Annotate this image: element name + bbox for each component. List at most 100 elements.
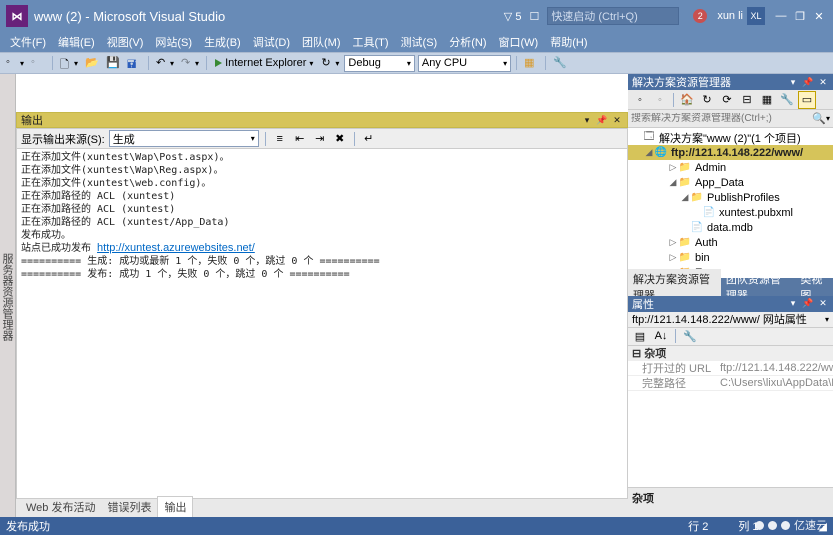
tree-node[interactable]: ▷📁Auth — [628, 235, 833, 250]
se-search-dd[interactable]: ▾ — [826, 114, 830, 123]
close-button[interactable]: ✕ — [811, 8, 827, 24]
se-properties-button[interactable]: 🔧 — [778, 91, 796, 109]
output-prev-button[interactable]: ⇤ — [292, 131, 308, 147]
menu-帮助(H)[interactable]: 帮助(H) — [544, 32, 593, 52]
output-tab-1[interactable]: 错误列表 — [101, 497, 157, 517]
props-grid[interactable]: ⊟ 杂项打开过的 URLftp://121.14.148.222/www/完整路… — [628, 346, 833, 488]
search-icon: 🔍 — [812, 112, 826, 125]
platform-select[interactable]: Any CPU▾ — [418, 55, 511, 72]
se-dropdown-button[interactable]: ▾ — [787, 76, 799, 88]
tree-node[interactable]: 📄data.mdb — [628, 220, 833, 235]
left-rail: 服务器资源管理器 工具箱 — [0, 74, 16, 517]
browser-refresh-button[interactable]: ↻▾ — [319, 55, 341, 71]
props-cat-button[interactable]: ▤ — [631, 327, 649, 345]
output-clear-button[interactable]: ✖ — [332, 131, 348, 147]
menu-编辑(E)[interactable]: 编辑(E) — [52, 32, 101, 52]
se-close-button[interactable]: ✕ — [817, 76, 829, 88]
menu-分析(N)[interactable]: 分析(N) — [443, 32, 492, 52]
find-button[interactable]: 🔧 — [551, 55, 569, 71]
tree-node[interactable]: ▷📁Admin — [628, 160, 833, 175]
save-all-button[interactable]: 🖬 — [125, 55, 143, 71]
solution-tree[interactable]: 🗔解决方案"www (2)"(1 个项目)◢🌐ftp://121.14.148.… — [628, 128, 833, 278]
restore-button[interactable]: ❐ — [792, 8, 808, 24]
tree-node[interactable]: ◢🌐ftp://121.14.148.222/www/ — [628, 145, 833, 160]
prop-row[interactable]: 打开过的 URLftp://121.14.148.222/www/ — [628, 361, 833, 376]
start-debug-button[interactable]: Internet Explorer ▾ — [212, 55, 316, 72]
menu-网站(S)[interactable]: 网站(S) — [149, 32, 198, 52]
config-select[interactable]: Debug▾ — [344, 55, 414, 72]
output-title: 输出 — [21, 112, 43, 128]
menu-测试(S)[interactable]: 测试(S) — [395, 32, 444, 52]
se-home-button[interactable]: 🏠 — [678, 91, 696, 109]
server-explorer-tab[interactable]: 服务器资源管理器 — [0, 250, 15, 344]
output-text[interactable]: 正在添加文件(xuntest\Wap\Post.aspx)。 正在添加文件(xu… — [16, 148, 628, 499]
se-collapse-button[interactable]: ⊟ — [738, 91, 756, 109]
tree-node[interactable]: ◢📁App_Data — [628, 175, 833, 190]
se-search[interactable]: 🔍 ▾ — [628, 110, 833, 128]
menu-团队(M)[interactable]: 团队(M) — [296, 32, 347, 52]
user-chip[interactable]: xun li XL — [717, 7, 765, 25]
props-pin-button[interactable]: 📌 — [802, 298, 814, 310]
menu-工具(T)[interactable]: 工具(T) — [347, 32, 395, 52]
output-tab-0[interactable]: Web 发布活动 — [20, 497, 101, 517]
se-refresh-button[interactable]: ⟳ — [718, 91, 736, 109]
tree-node[interactable]: 🗔解决方案"www (2)"(1 个项目) — [628, 130, 833, 145]
output-wrap-button[interactable]: ↵ — [361, 131, 377, 147]
props-desc: 杂项 — [628, 487, 833, 517]
output-source-label: 显示输出来源(S): — [21, 131, 105, 147]
publish-button[interactable]: ▦ — [522, 55, 540, 71]
output-dropdown-button[interactable]: ▾ — [581, 114, 593, 126]
props-page-button[interactable]: 🔧 — [681, 327, 699, 345]
output-next-button[interactable]: ⇥ — [312, 131, 328, 147]
main-toolbar: ◦▾ ◦ 🗋▾ 📂 💾 🖬 ↶▾ ↷▾ Internet Explorer ▾ … — [0, 52, 833, 74]
new-project-button[interactable]: 🗋▾ — [58, 55, 80, 71]
se-search-input[interactable] — [631, 113, 812, 124]
se-toolbar: ◦ ◦ 🏠 ↻ ⟳ ⊟ ▦ 🔧 ▭ — [628, 90, 833, 110]
props-close-button[interactable]: ✕ — [817, 298, 829, 310]
notification-badge[interactable]: 2 — [693, 9, 707, 23]
menu-生成(B)[interactable]: 生成(B) — [198, 32, 247, 52]
status-bar: 发布成功 行 2 列 1 ◢ — [0, 517, 833, 535]
menu-视图(V)[interactable]: 视图(V) — [101, 32, 150, 52]
menu-bar: 文件(F)编辑(E)视图(V)网站(S)生成(B)调试(D)团队(M)工具(T)… — [0, 32, 833, 52]
status-line: 行 2 — [688, 518, 708, 534]
save-button[interactable]: 💾 — [104, 55, 122, 71]
output-source-select[interactable]: 生成▾ — [109, 130, 259, 147]
flag-icon[interactable]: ▽ 5 — [504, 10, 522, 23]
output-panel-header: 输出 ▾ 📌 ✕ — [16, 112, 628, 128]
output-tabs: Web 发布活动错误列表输出 — [16, 499, 628, 517]
nav-back-button[interactable]: ◦▾ — [4, 55, 26, 71]
se-preview-button[interactable]: ▭ — [798, 91, 816, 109]
prop-row[interactable]: 完整路径C:\Users\lixu\AppData\Local\Tem — [628, 376, 833, 391]
se-back-button[interactable]: ◦ — [631, 91, 649, 109]
props-object[interactable]: ftp://121.14.148.222/www/ 网站属性▾ — [628, 312, 833, 328]
redo-button[interactable]: ↷▾ — [179, 55, 201, 71]
props-az-button[interactable]: A↓ — [652, 327, 670, 345]
menu-窗口(W)[interactable]: 窗口(W) — [493, 32, 545, 52]
output-tab-2[interactable]: 输出 — [157, 496, 193, 517]
menu-调试(D)[interactable]: 调试(D) — [247, 32, 296, 52]
output-goto-button[interactable]: ≡ — [272, 131, 288, 147]
right-bottom-tabs: 解决方案资源管理器团队资源管理器类视图 — [628, 278, 833, 296]
se-fwd-button[interactable]: ◦ — [651, 91, 669, 109]
output-pin-button[interactable]: 📌 — [596, 114, 608, 126]
props-dd-button[interactable]: ▾ — [787, 298, 799, 310]
se-pin-button[interactable]: 📌 — [802, 76, 814, 88]
nav-fwd-button[interactable]: ◦ — [29, 55, 47, 71]
minimize-button[interactable]: — — [773, 8, 789, 24]
output-close-button[interactable]: ✕ — [611, 114, 623, 126]
menu-文件(F)[interactable]: 文件(F) — [4, 32, 52, 52]
undo-button[interactable]: ↶▾ — [154, 55, 176, 71]
tree-node[interactable]: ◢📁PublishProfiles — [628, 190, 833, 205]
open-button[interactable]: 📂 — [83, 55, 101, 71]
designer-surface — [16, 74, 628, 112]
play-icon — [215, 59, 222, 67]
se-showall-button[interactable]: ▦ — [758, 91, 776, 109]
avatar-icon: XL — [747, 7, 765, 25]
se-sync-button[interactable]: ↻ — [698, 91, 716, 109]
quick-launch-input[interactable]: 快速启动 (Ctrl+Q) — [547, 7, 679, 25]
tree-node[interactable]: 📄xuntest.pubxml — [628, 205, 833, 220]
feedback-icon[interactable]: ☐ — [529, 10, 539, 23]
properties-header: 属性 ▾ 📌 ✕ — [628, 296, 833, 312]
tree-node[interactable]: ▷📁bin — [628, 250, 833, 265]
